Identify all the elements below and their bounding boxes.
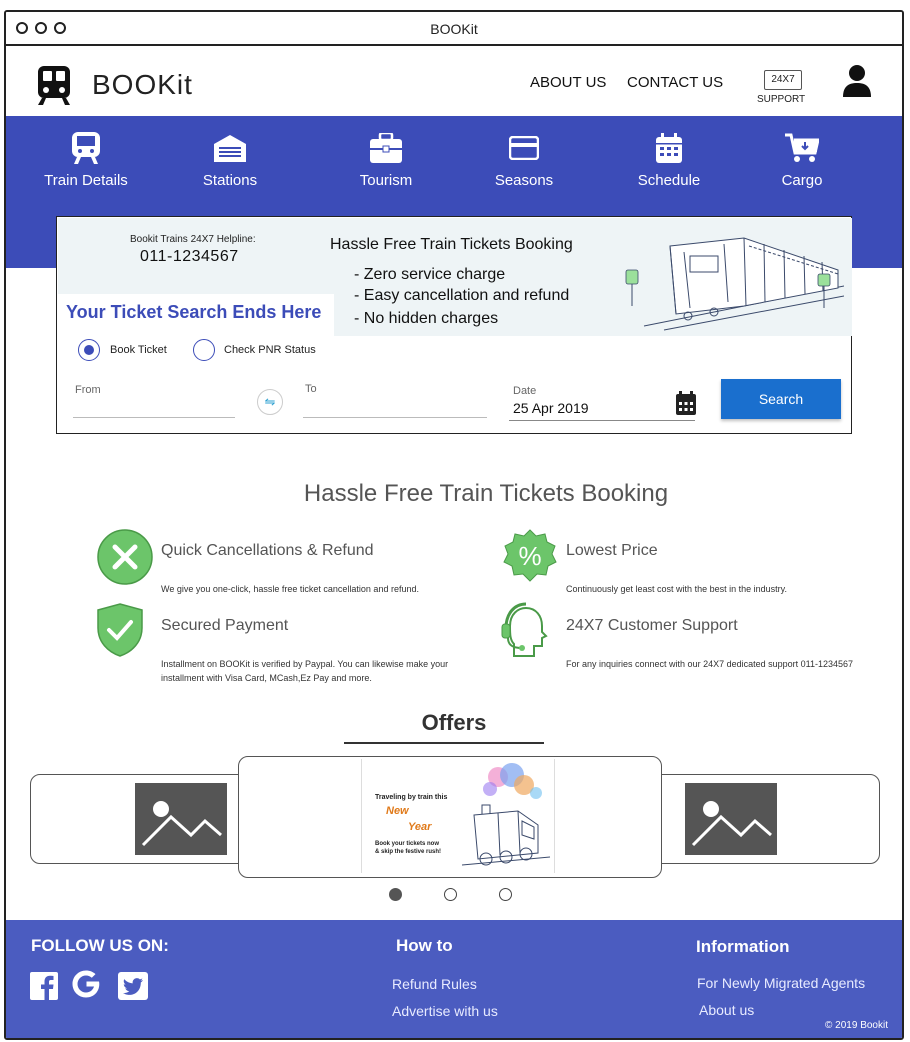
promo-year: Year	[408, 821, 432, 833]
nav-schedule[interactable]: Schedule	[609, 130, 729, 189]
train-logo-icon[interactable]	[36, 66, 72, 111]
support-label: SUPPORT	[757, 94, 806, 105]
window-titlebar: BOOKit	[6, 12, 902, 46]
from-field[interactable]	[73, 417, 235, 418]
svg-text:%: %	[518, 541, 541, 571]
carousel-dot-1[interactable]	[389, 888, 402, 901]
promo-text: Traveling by train this	[375, 794, 448, 801]
carousel-dot-2[interactable]	[444, 888, 457, 901]
nav-seasons[interactable]: Seasons	[464, 130, 584, 189]
radio-book-ticket-label[interactable]: Book Ticket	[110, 344, 167, 356]
percent-badge-icon: %	[502, 528, 558, 589]
radio-check-pnr[interactable]	[193, 339, 215, 361]
howto-title: How to	[396, 936, 453, 955]
briefcase-icon	[326, 130, 446, 166]
feature-title: Lowest Price	[566, 542, 658, 559]
nav-cargo-label: Cargo	[781, 172, 823, 189]
helpline-number: 011-1234567	[140, 248, 239, 265]
nav-stations[interactable]: Stations	[170, 130, 290, 189]
headset-icon	[500, 602, 548, 665]
feature-desc: Continuously get least cost with the bes…	[566, 584, 787, 594]
banner-title: Hassle Free Train Tickets Booking	[330, 236, 573, 253]
refund-rules-link[interactable]: Refund Rules	[392, 976, 477, 992]
user-account-icon[interactable]	[841, 64, 873, 103]
image-placeholder-icon	[685, 783, 777, 855]
calendar-picker-icon[interactable]	[675, 391, 697, 420]
ticket-search-card: Bookit Trains 24X7 Helpline: 011-1234567…	[56, 216, 852, 434]
helpline-title: Bookit Trains 24X7 Helpline:	[130, 234, 256, 245]
promo-new: New	[386, 805, 409, 817]
date-underline	[509, 420, 695, 421]
support-badge[interactable]: 24X7	[764, 70, 802, 90]
to-label: To	[305, 383, 317, 395]
site-footer: FOLLOW US ON: How to Refund Rules Advert…	[6, 920, 902, 1038]
nav-tourism[interactable]: Tourism	[326, 130, 446, 189]
shield-check-icon	[96, 602, 144, 663]
feature-desc: For any inquiries connect with our 24X7 …	[566, 659, 854, 669]
features-title: Hassle Free Train Tickets Booking	[303, 480, 669, 507]
advertise-link[interactable]: Advertise with us	[392, 1003, 498, 1019]
date-field[interactable]: 25 Apr 2019	[513, 400, 589, 416]
copyright: © 2019 Bookit	[825, 1020, 888, 1031]
newly-migrated-agents-link[interactable]: For Newly Migrated Agents	[697, 975, 865, 991]
offers-title: Offers	[421, 710, 487, 735]
new-year-promo[interactable]: Traveling by train this New Year Book yo…	[361, 759, 555, 873]
nav-stations-label: Stations	[202, 172, 258, 189]
offers-underline	[344, 742, 544, 744]
banner-point: - Zero service charge	[354, 266, 506, 283]
date-label: Date	[513, 385, 537, 397]
google-icon[interactable]	[70, 968, 102, 1005]
brand-logo-text[interactable]: BOOKit	[92, 69, 193, 101]
feature-title: 24X7 Customer Support	[566, 617, 738, 634]
offer-card-left[interactable]	[30, 774, 270, 864]
radio-book-ticket[interactable]	[78, 339, 100, 361]
twitter-icon[interactable]	[118, 972, 148, 1005]
facebook-icon[interactable]	[30, 972, 58, 1005]
radio-check-pnr-label[interactable]: Check PNR Status	[224, 344, 316, 356]
search-tagline: Your Ticket Search Ends Here	[58, 294, 334, 336]
feature-desc: We give you one-click, hassle free ticke…	[161, 584, 419, 594]
steam-train-illustration	[458, 763, 554, 874]
offer-card-right[interactable]	[632, 774, 880, 864]
train-icon	[26, 130, 146, 166]
nav-cargo[interactable]: Cargo	[742, 130, 862, 189]
nav-train-details-label: Train Details	[44, 172, 128, 189]
swap-stations-icon[interactable]: ⇋	[257, 389, 283, 415]
feature-desc: Installment on BOOKit is verified by Pay…	[161, 659, 449, 683]
card-icon	[464, 130, 584, 166]
promo-text: & skip the festive rush!	[375, 849, 442, 855]
promo-text: Book your tickets now	[375, 841, 440, 847]
about-us-link[interactable]: About us	[699, 1002, 754, 1018]
window-title: BOOKit	[430, 21, 478, 37]
cancel-icon	[96, 528, 154, 591]
feature-title: Quick Cancellations & Refund	[161, 542, 374, 559]
search-button[interactable]: Search	[721, 379, 841, 419]
information-title: Information	[696, 937, 790, 956]
banner-point: - Easy cancellation and refund	[354, 287, 570, 304]
nav-tourism-label: Tourism	[359, 172, 413, 189]
offer-card-active[interactable]: Traveling by train this New Year Book yo…	[238, 756, 662, 878]
nav-contact-us[interactable]: CONTACT US	[627, 74, 723, 91]
nav-about-us[interactable]: ABOUT US	[530, 74, 606, 91]
browser-window: BOOKit BOOKit ABOUT US CONTACT US 24X7 S…	[4, 10, 904, 1040]
nav-seasons-label: Seasons	[494, 172, 554, 189]
from-label: From	[75, 384, 101, 396]
follow-us-title: FOLLOW US ON:	[31, 936, 169, 955]
nav-schedule-label: Schedule	[637, 172, 701, 189]
banner-point: - No hidden charges	[354, 310, 499, 327]
calendar-icon	[609, 130, 729, 166]
carousel-dot-3[interactable]	[499, 888, 512, 901]
to-field[interactable]	[303, 417, 487, 418]
image-placeholder-icon	[135, 783, 227, 855]
train-illustration	[624, 226, 845, 337]
station-icon	[170, 130, 290, 166]
feature-title: Secured Payment	[161, 617, 289, 634]
nav-train-details[interactable]: Train Details	[26, 130, 146, 189]
cart-icon	[742, 130, 862, 166]
site-header: BOOKit ABOUT US CONTACT US 24X7 SUPPORT	[6, 46, 902, 116]
